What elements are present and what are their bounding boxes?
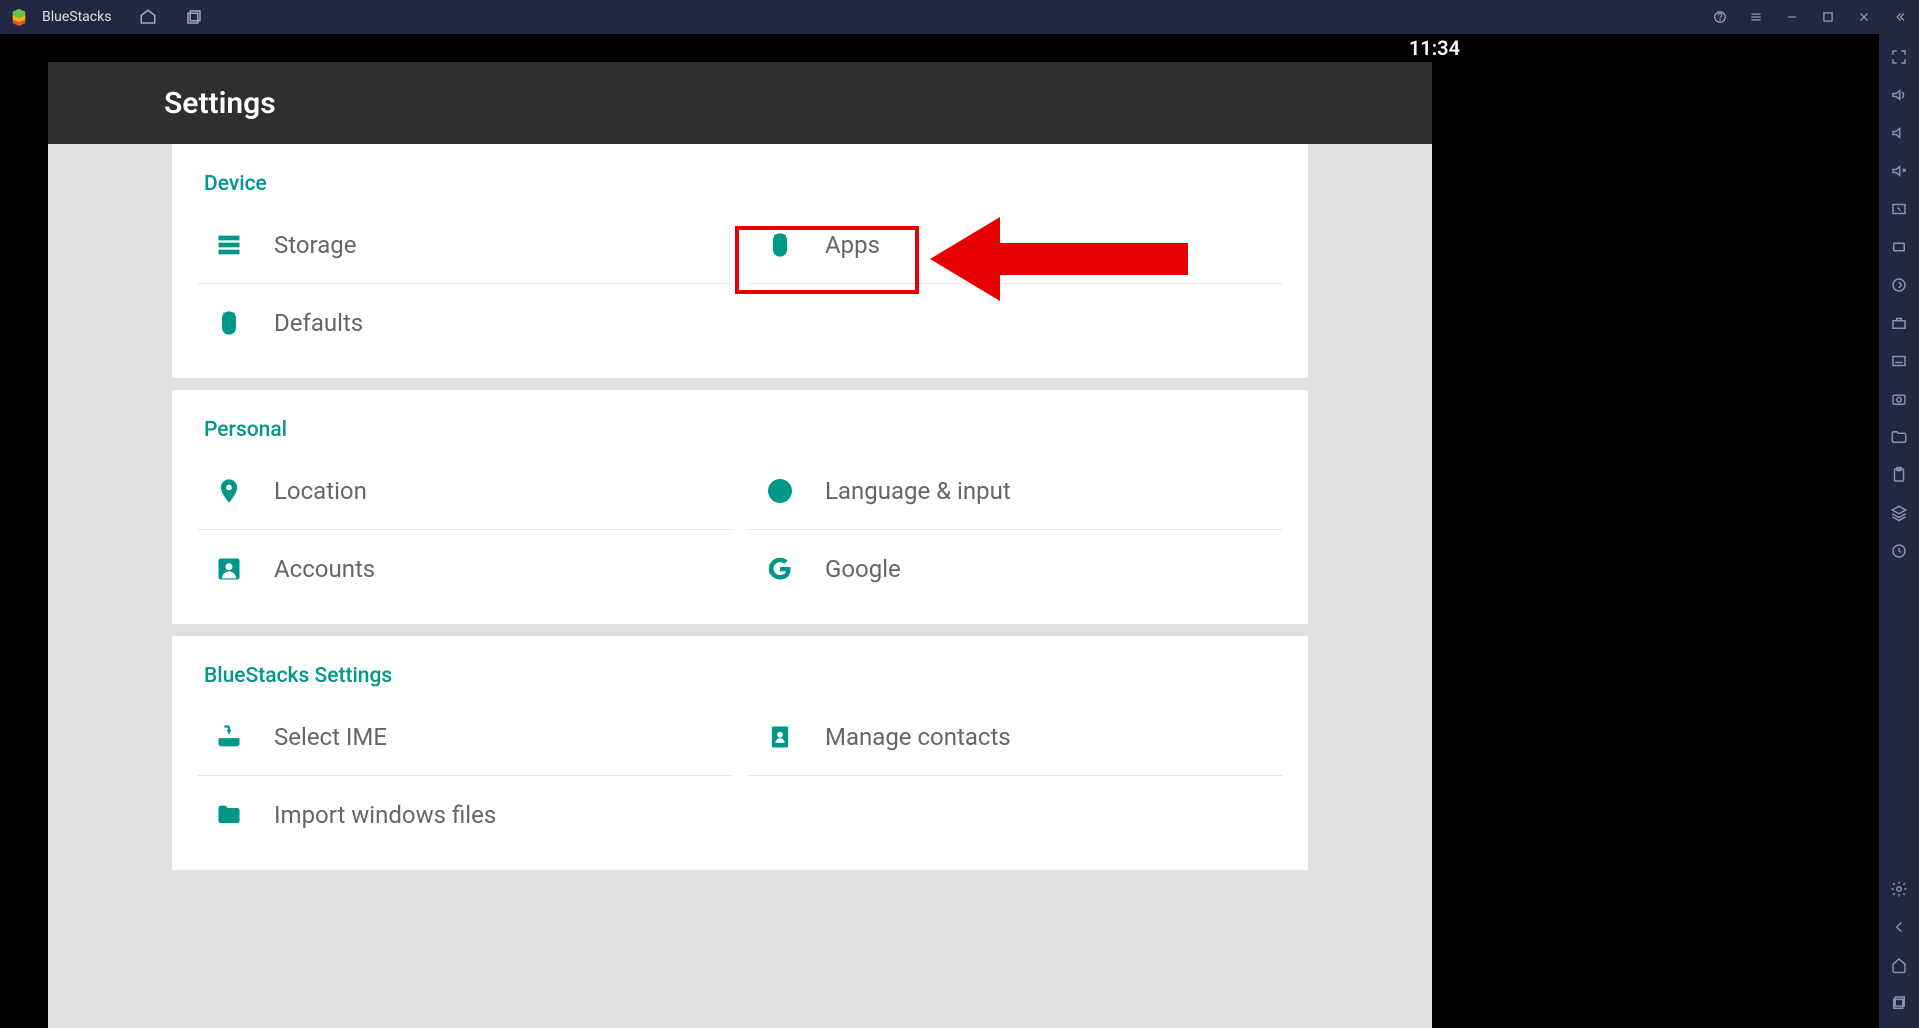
lock-rotation-icon[interactable] xyxy=(1888,236,1910,258)
settings-item-contacts[interactable]: Manage contacts xyxy=(749,698,1282,776)
recents-icon[interactable] xyxy=(1888,992,1910,1014)
import-label: Import windows files xyxy=(274,801,496,829)
close-icon[interactable] xyxy=(1855,8,1873,26)
sync-icon[interactable] xyxy=(1888,274,1910,296)
ime-label: Select IME xyxy=(274,723,387,751)
language-label: Language & input xyxy=(825,477,1011,505)
folder-sidebar-icon[interactable] xyxy=(1888,426,1910,448)
contacts-label: Manage contacts xyxy=(825,723,1011,751)
screenshot-icon[interactable] xyxy=(1888,388,1910,410)
settings-item-defaults[interactable]: Defaults xyxy=(198,284,731,362)
settings-item-google[interactable]: Google xyxy=(749,530,1282,608)
accounts-icon xyxy=(214,554,244,584)
settings-header: Settings xyxy=(48,62,1432,144)
clipboard-icon[interactable] xyxy=(1888,464,1910,486)
location-icon xyxy=(214,476,244,506)
settings-item-language[interactable]: Language & input xyxy=(749,452,1282,530)
contacts-icon xyxy=(765,722,795,752)
apps-icon xyxy=(765,230,795,260)
settings-body: Device Storage Apps xyxy=(48,144,1432,1028)
globe-icon xyxy=(765,476,795,506)
emulator-screen: 11:34 Settings Device Storage xyxy=(0,34,1480,1028)
mute-icon[interactable] xyxy=(1888,160,1910,182)
accounts-label: Accounts xyxy=(274,555,375,583)
settings-gear-icon[interactable] xyxy=(1888,878,1910,900)
settings-section-device: Device Storage Apps xyxy=(172,144,1308,378)
settings-item-ime[interactable]: Select IME xyxy=(198,698,731,776)
cursor-icon[interactable] xyxy=(1888,198,1910,220)
settings-section-bluestacks: BlueStacks Settings Select IME Manage co… xyxy=(172,636,1308,870)
settings-section-personal: Personal Location Language & input xyxy=(172,390,1308,624)
back-icon[interactable] xyxy=(1888,916,1910,938)
titlebar-right xyxy=(1711,8,1909,26)
apk-icon[interactable] xyxy=(1888,350,1910,372)
settings-item-location[interactable]: Location xyxy=(198,452,731,530)
status-time: 11:34 xyxy=(1409,36,1460,60)
minimize-icon[interactable] xyxy=(1783,8,1801,26)
collapse-icon[interactable] xyxy=(1891,8,1909,26)
storage-label: Storage xyxy=(274,231,356,259)
fullscreen-icon[interactable] xyxy=(1888,46,1910,68)
toolbox-icon[interactable] xyxy=(1888,312,1910,334)
android-status-bar: 11:34 xyxy=(0,34,1480,62)
settings-item-import[interactable]: Import windows files xyxy=(198,776,731,854)
app-title: BlueStacks xyxy=(42,9,111,25)
keyboard-icon xyxy=(214,722,244,752)
layers-icon[interactable] xyxy=(1888,502,1910,524)
defaults-label: Defaults xyxy=(274,309,363,337)
right-toolbar xyxy=(1879,34,1919,1028)
section-label-personal: Personal xyxy=(172,390,1308,452)
defaults-icon xyxy=(214,308,244,338)
titlebar-left: BlueStacks xyxy=(10,8,203,26)
empty-cell xyxy=(749,284,1282,362)
settings-item-storage[interactable]: Storage xyxy=(198,206,731,284)
google-icon xyxy=(765,554,795,584)
section-label-device: Device xyxy=(172,144,1308,206)
apps-label: Apps xyxy=(825,231,880,259)
google-label: Google xyxy=(825,555,901,583)
reload-icon[interactable] xyxy=(1888,540,1910,562)
menu-icon[interactable] xyxy=(1747,8,1765,26)
volume-down-icon[interactable] xyxy=(1888,122,1910,144)
location-label: Location xyxy=(274,477,367,505)
home-icon[interactable] xyxy=(139,8,157,26)
help-icon[interactable] xyxy=(1711,8,1729,26)
bluestacks-logo-icon xyxy=(10,8,28,26)
settings-item-apps[interactable]: Apps xyxy=(749,206,1282,284)
settings-title: Settings xyxy=(164,86,276,121)
volume-up-icon[interactable] xyxy=(1888,84,1910,106)
storage-icon xyxy=(214,230,244,260)
folder-icon xyxy=(214,800,244,830)
maximize-icon[interactable] xyxy=(1819,8,1837,26)
settings-item-accounts[interactable]: Accounts xyxy=(198,530,731,608)
android-home-icon[interactable] xyxy=(1888,954,1910,976)
section-label-bluestacks: BlueStacks Settings xyxy=(172,636,1308,698)
settings-app: Settings Device Storage xyxy=(48,62,1432,1028)
tabs-icon[interactable] xyxy=(185,8,203,26)
titlebar: BlueStacks xyxy=(0,0,1919,34)
